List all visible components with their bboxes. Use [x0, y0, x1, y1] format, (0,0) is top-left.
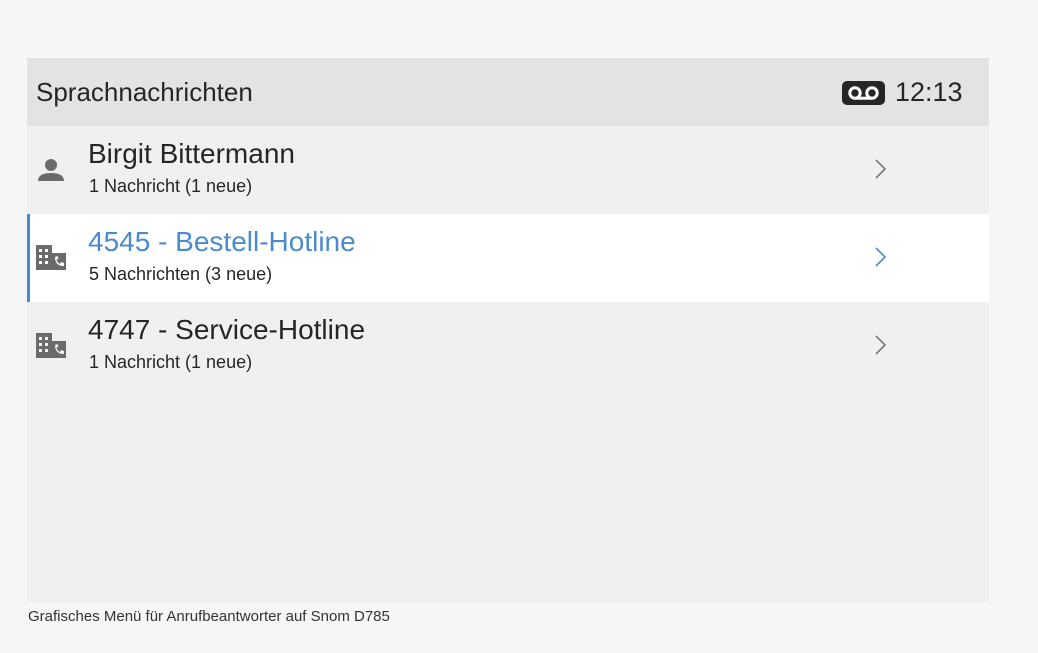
list-item-bestell-hotline[interactable]: 4545 - Bestell-Hotline 5 Nachrichten (3 …	[27, 214, 989, 302]
item-subtitle: 1 Nachricht (1 neue)	[89, 176, 253, 196]
item-subtitle: 1 Nachricht (1 neue)	[89, 352, 253, 372]
building-phone-icon	[36, 245, 66, 270]
chevron-right-icon	[875, 247, 887, 267]
page-title: Sprachnachrichten	[36, 77, 253, 107]
person-icon	[38, 159, 64, 181]
list-item-birgit-bittermann[interactable]: Birgit Bittermann 1 Nachricht (1 neue)	[27, 126, 989, 214]
phone-screen: Sprachnachrichten 12:13 Birgit Bitterman…	[27, 58, 989, 602]
chevron-right-icon	[875, 335, 887, 355]
clock: 12:13	[895, 77, 963, 107]
item-title: Birgit Bittermann	[88, 138, 295, 169]
item-title: 4747 - Service-Hotline	[88, 314, 366, 345]
image-caption: Grafisches Menü für Anrufbeantworter auf…	[28, 608, 390, 625]
item-title: 4545 - Bestell-Hotline	[88, 226, 356, 257]
voicemail-icon	[842, 81, 885, 105]
list-item-service-hotline[interactable]: 4747 - Service-Hotline 1 Nachricht (1 ne…	[27, 302, 989, 390]
status-header: Sprachnachrichten 12:13	[27, 58, 989, 126]
chevron-right-icon	[875, 159, 887, 179]
building-phone-icon	[36, 333, 66, 358]
item-subtitle: 5 Nachrichten (3 neue)	[89, 264, 273, 284]
